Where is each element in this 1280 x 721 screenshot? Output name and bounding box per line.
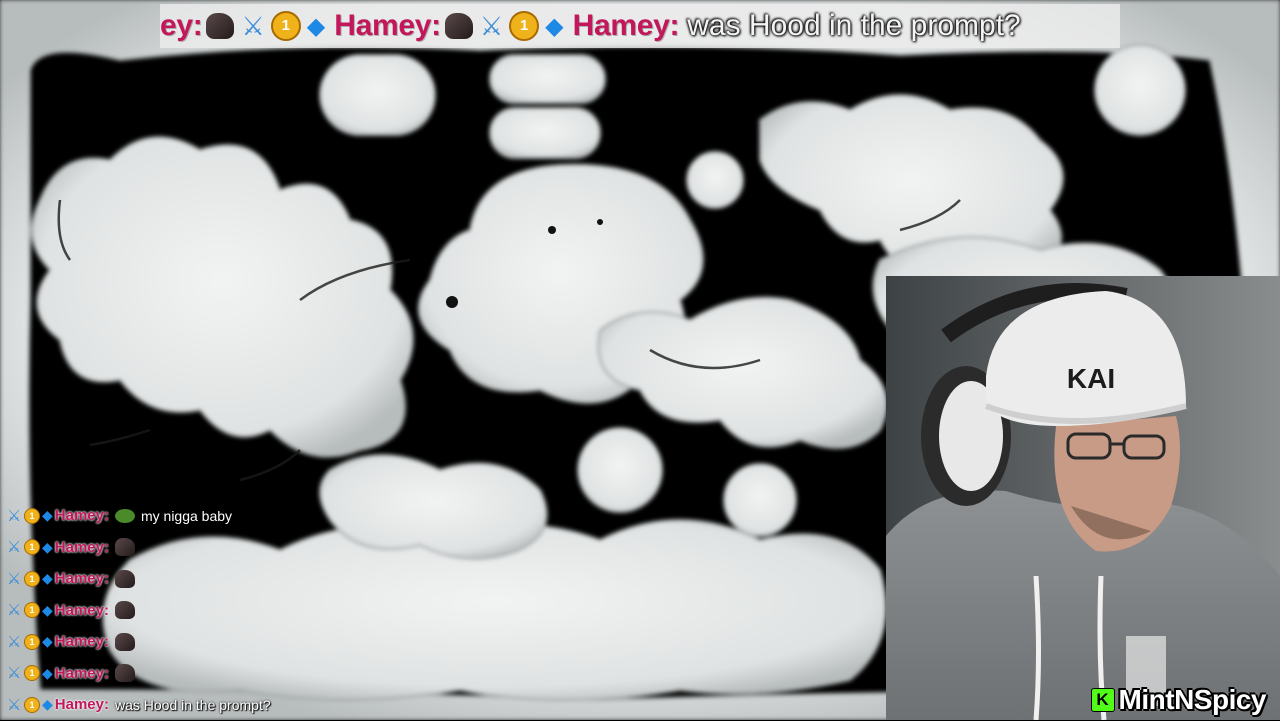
chat-message: ⚔ 1 ◆ Hamey: [6, 532, 366, 564]
coin-badge-icon: 1 [24, 570, 40, 587]
sword-badge-icon: ⚔ [6, 570, 22, 588]
ticker-username: Hamey: [334, 9, 441, 42]
streamer-name: MintNSpicy [1118, 684, 1267, 715]
sword-badge-icon: ⚔ [6, 507, 22, 525]
chat-message: ⚔ 1 ◆ Hamey: [6, 658, 366, 690]
sword-badge-icon: ⚔ [6, 696, 22, 714]
beanie-text: KAI [1067, 363, 1115, 394]
streamer-illustration: KAI [886, 276, 1280, 720]
chat-text: was Hood in the prompt? [114, 696, 271, 713]
sword-badge-icon: ⚔ [6, 539, 22, 557]
hood-emote-icon [114, 664, 135, 683]
cube-badge-icon: ◆ [42, 507, 53, 524]
cube-badge-icon: ◆ [42, 570, 53, 587]
cube-badge-icon: ◆ [545, 12, 564, 40]
cube-badge-icon: ◆ [42, 664, 53, 681]
ticker-username: ey: [160, 9, 203, 42]
ticker-username: Hamey: [572, 9, 680, 42]
ticker-item: Hamey: ⚔ 1 ◆ [334, 9, 566, 43]
ticker-item: Hamey: was Hood in the prompt? [573, 9, 1021, 43]
chat-text: my nigga baby [140, 507, 233, 524]
hood-emote-icon [114, 632, 135, 651]
chat-ticker: ey: ⚔ 1 ◆ Hamey: ⚔ 1 ◆ Hamey: was Hood i… [160, 4, 1120, 48]
chat-username: Hamey: [54, 633, 109, 651]
hood-emote-icon [114, 569, 135, 588]
kick-logo-icon: K [1090, 688, 1115, 712]
ticker-message: was Hood in the prompt? [687, 9, 1021, 42]
streamer-label: K MintNSpicy [1090, 684, 1267, 716]
chat-message: ⚔ 1 ◆ Hamey: [6, 595, 366, 627]
webcam-overlay: KAI K MintNSpicy [886, 276, 1280, 720]
sword-badge-icon: ⚔ [479, 10, 504, 41]
hood-emote-icon [206, 13, 235, 39]
chat-username: Hamey: [54, 570, 109, 588]
coin-badge-icon: 1 [24, 507, 40, 524]
sword-badge-icon: ⚔ [6, 633, 22, 651]
sword-badge-icon: ⚔ [6, 602, 22, 620]
cube-badge-icon: ◆ [42, 601, 53, 618]
chat-overlay: ⚔ 1 ◆ Hamey: my nigga baby ⚔ 1 ◆ Hamey: … [6, 500, 366, 721]
coin-badge-icon: 1 [24, 665, 40, 682]
hood-emote-icon [114, 601, 135, 620]
cube-badge-icon: ◆ [42, 633, 53, 650]
sword-badge-icon: ⚔ [241, 10, 265, 41]
hood-emote-icon [444, 13, 473, 39]
chat-message: ⚔ 1 ◆ Hamey: [6, 563, 366, 595]
chat-message: ⚔ 1 ◆ Hamey: was Hood in the prompt? [6, 689, 366, 721]
ticker-item: ey: ⚔ 1 ◆ [160, 9, 328, 43]
frog-emote-icon [114, 508, 135, 523]
coin-badge-icon: 1 [24, 539, 40, 556]
coin-badge-icon: 1 [270, 11, 301, 41]
cube-badge-icon: ◆ [42, 538, 53, 555]
hood-emote-icon [114, 538, 135, 557]
chat-message: ⚔ 1 ◆ Hamey: my nigga baby [6, 500, 366, 532]
coin-badge-icon: 1 [24, 633, 40, 650]
chat-username: Hamey: [54, 601, 109, 619]
chat-username: Hamey: [54, 696, 109, 714]
coin-badge-icon: 1 [509, 11, 540, 41]
chat-username: Hamey: [54, 538, 109, 556]
sword-badge-icon: ⚔ [6, 665, 22, 683]
chat-username: Hamey: [54, 507, 109, 525]
cube-badge-icon: ◆ [306, 12, 326, 40]
chat-message: ⚔ 1 ◆ Hamey: [6, 626, 366, 658]
chat-username: Hamey: [54, 664, 109, 682]
coin-badge-icon: 1 [24, 696, 40, 713]
coin-badge-icon: 1 [24, 602, 40, 619]
cube-badge-icon: ◆ [42, 696, 53, 713]
